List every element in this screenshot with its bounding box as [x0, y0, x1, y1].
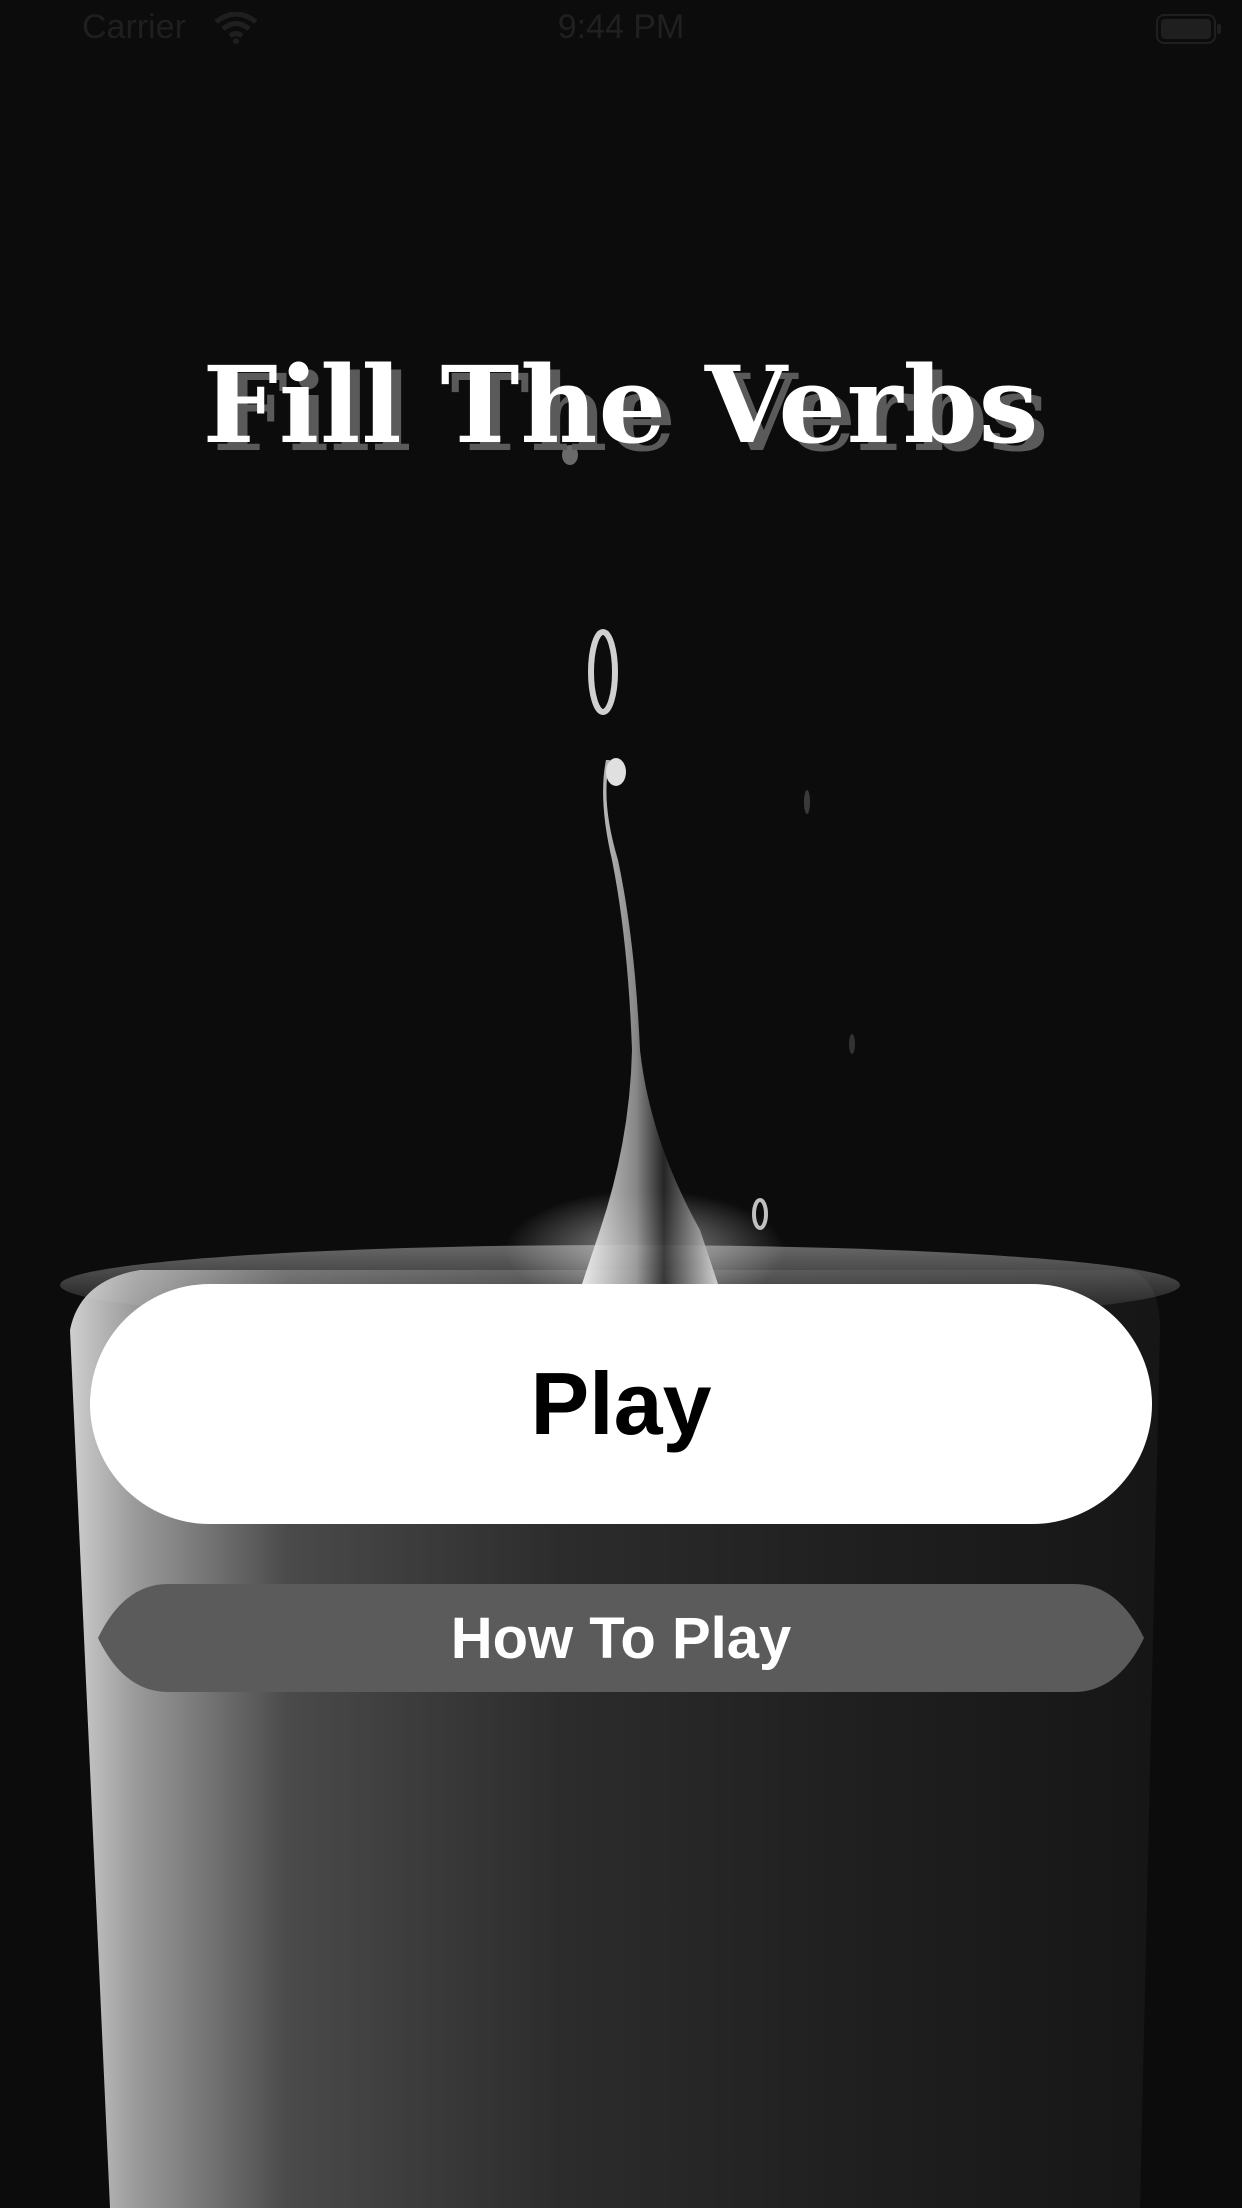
battery-icon	[1156, 14, 1221, 44]
status-time: 9:44 PM	[557, 8, 685, 46]
play-button-label: Play	[530, 1354, 712, 1453]
background-water-drop-image	[0, 0, 1242, 2208]
main-menu-screen: Carrier 9:44 PM Fill The Verbs Play How …	[0, 0, 1242, 2208]
how-to-play-button-label: How To Play	[450, 1605, 792, 1671]
status-bar: Carrier 9:44 PM	[0, 0, 1242, 60]
play-button[interactable]: Play	[90, 1284, 1152, 1524]
app-title: Fill The Verbs	[202, 342, 1040, 467]
